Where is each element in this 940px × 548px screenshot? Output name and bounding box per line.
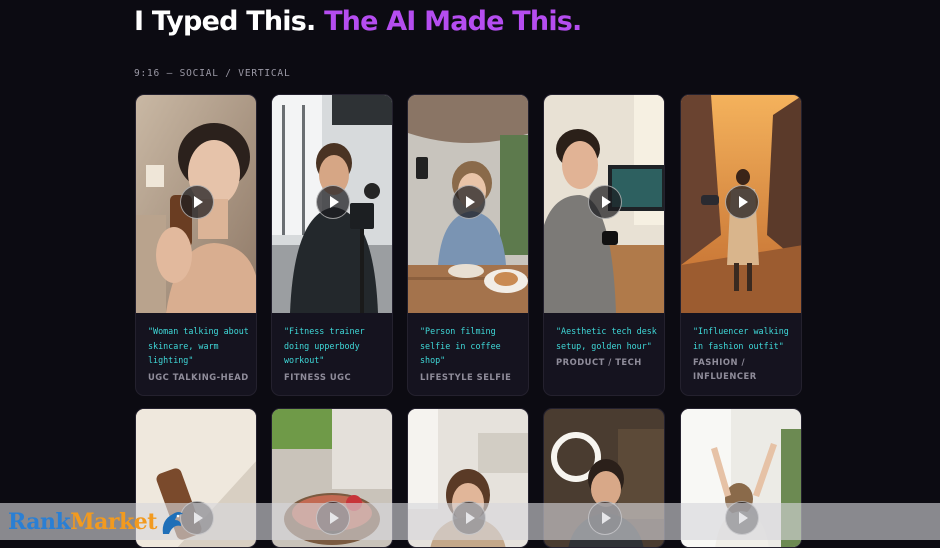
play-icon[interactable]	[588, 185, 622, 219]
section-label: 9:16 — SOCIAL / VERTICAL	[134, 68, 291, 79]
card-tag: LIFESTYLE SELFIE	[420, 371, 512, 382]
card-caption: "Influencer walking in fashion outfit"	[693, 326, 789, 351]
brand-part-market: Market	[70, 509, 157, 535]
card-caption: "Person filming selfie in coffee shop"	[420, 326, 501, 365]
title-purple: The AI Made This.	[324, 6, 582, 37]
video-card-selfie[interactable]: "Person filming selfie in coffee shop" L…	[407, 94, 529, 396]
play-icon[interactable]	[316, 185, 350, 219]
bird-icon	[162, 512, 183, 534]
card-caption: "Aesthetic tech desk setup, golden hour"	[556, 326, 657, 351]
card-tag: UGC TALKING-HEAD	[148, 371, 249, 382]
card-caption: "Fitness trainer doing upperbody workout…	[284, 326, 365, 365]
video-card-skincare[interactable]: "Woman talking about skincare, warm ligh…	[135, 94, 257, 396]
video-card-fitness[interactable]: "Fitness trainer doing upperbody workout…	[271, 94, 393, 396]
card-tag: FITNESS UGC	[284, 371, 352, 382]
brand-part-rank: Rank	[8, 509, 71, 535]
play-icon[interactable]	[180, 185, 214, 219]
card-caption: "Woman talking about skincare, warm ligh…	[148, 326, 249, 365]
play-icon[interactable]	[452, 185, 486, 219]
watermark-logo: RankMarket	[8, 508, 185, 536]
card-tag: FASHION / INFLUENCER	[693, 357, 757, 381]
video-card-tech[interactable]: "Aesthetic tech desk setup, golden hour"…	[543, 94, 665, 396]
page-title: I Typed This. The AI Made This.	[134, 6, 582, 37]
play-icon[interactable]	[725, 185, 759, 219]
video-card-fashion[interactable]: "Influencer walking in fashion outfit" F…	[680, 94, 802, 396]
card-tag: PRODUCT / TECH	[556, 357, 642, 367]
title-white: I Typed This.	[134, 6, 316, 37]
